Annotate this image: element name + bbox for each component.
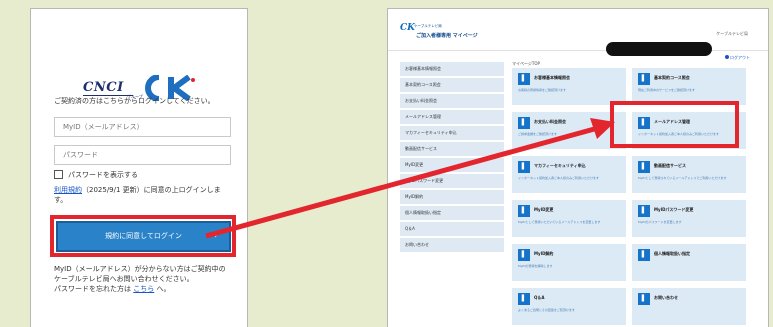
card-icon: ▌ (638, 249, 650, 261)
sidebar-item[interactable]: Q＆A (400, 222, 504, 236)
myid-input[interactable] (54, 117, 231, 137)
card-title: 個人情報取扱い指定 (654, 251, 690, 256)
password-input[interactable] (54, 145, 231, 165)
mypage-logo-icon: CK (400, 23, 415, 33)
intro-text: ご契約済の方はこちらからログインしてください。 (54, 97, 215, 105)
card-title: Q＆A (534, 295, 545, 300)
card-title: お問い合わせ (654, 295, 678, 300)
card-title: MyID解約 (534, 251, 554, 256)
menu-card[interactable]: ▌ お問い合わせ (632, 288, 746, 325)
mypage-logo-text: ケーブルテレビ局 (414, 24, 442, 28)
reset-prefix: パスワードを忘れた方は (54, 285, 131, 293)
menu-card[interactable]: ▌ 基本契約コース照会現在ご利用中のサービスをご確認頂けます (632, 68, 746, 105)
show-password-label: パスワードを表示する (68, 171, 138, 179)
sidebar-item[interactable]: マカフィーセキュリティ申込 (400, 126, 504, 140)
highlight-box-login (50, 215, 236, 257)
mypage-panel: CK ケーブルテレビ局 ご加入者様専用 マイページ ケーブルテレビ局 ログアウト… (387, 8, 769, 327)
menu-card[interactable]: ▌ MyID解約 MyIDの登録を解除します (512, 244, 626, 281)
card-icon: ▌ (518, 293, 530, 305)
reset-password-link[interactable]: こちら (133, 285, 154, 293)
sidebar-item[interactable]: 動画配信サービス (400, 142, 504, 156)
logout-icon (725, 55, 729, 59)
breadcrumb: マイページTOP (512, 61, 540, 66)
sidebar-item[interactable]: 基本契約コース照会 (400, 78, 504, 92)
sidebar-item[interactable]: お問い合わせ (400, 238, 504, 252)
card-title: 基本契約コース照会 (654, 75, 690, 80)
show-password-checkbox[interactable] (54, 170, 63, 179)
logout-link[interactable]: ログアウト (725, 55, 750, 61)
menu-card[interactable]: ▌ お支払い料金照会ご請求金額をご確認頂けます (512, 112, 626, 149)
highlight-box-mail (610, 101, 739, 148)
sidebar-item[interactable]: MyID解約 (400, 190, 504, 204)
card-title: マカフィーセキュリティ申込 (534, 163, 586, 168)
card-description: MyIDの登録を解除します (518, 264, 553, 268)
mypage-company: ケーブルテレビ局 (716, 31, 748, 36)
card-title: お支払い料金照会 (534, 119, 566, 124)
reset-suffix: へ。 (156, 285, 171, 293)
help-text: MyID（メールアドレス）が分からない方はご契約中のケーブルテレビ局へお問い合わ… (54, 264, 230, 294)
sidebar-item[interactable]: MyID変更 (400, 158, 504, 172)
menu-card[interactable]: ▌ 個人情報取扱い指定 (632, 244, 746, 281)
sidebar-item[interactable]: MyIDパスワード変更 (400, 174, 504, 188)
terms-link[interactable]: 利用規約 (54, 186, 82, 194)
menu-card[interactable]: ▌ お客様基本情報照会お客様の登録情報をご確認頂けます (512, 68, 626, 105)
mypage-title: ご加入者様専用 マイページ (416, 33, 478, 39)
card-description: お客様の登録情報をご確認頂けます (518, 88, 567, 92)
card-icon: ▌ (638, 205, 650, 217)
card-icon: ▌ (518, 161, 530, 173)
card-description: MyIDのパスワードを変更します (638, 220, 682, 224)
card-description: インターネット契約加入者ご本人様のみご利用いただけます (518, 176, 600, 180)
card-description: 現在ご利用中のサービスをご確認頂けます (638, 88, 696, 92)
menu-card[interactable]: ▌ マカフィーセキュリティ申込インターネット契約加入者ご本人様のみご利用いただけま… (512, 156, 626, 193)
show-password-row[interactable]: パスワードを表示する (54, 170, 204, 180)
help-body: MyID（メールアドレス）が分からない方はご契約中のケーブルテレビ局へお問い合わ… (54, 265, 226, 283)
sidebar-item[interactable]: メールアドレス管理 (400, 110, 504, 124)
menu-card[interactable]: ▌ Q＆A よくあるご質問とその回答をご覧頂けます (512, 288, 626, 325)
terms-text: 利用規約（2025/9/1 更新）に同意の上ログインします。 (54, 185, 230, 205)
sidebar-item[interactable]: お支払い料金照会 (400, 94, 504, 108)
mypage-sidebar: お客様基本情報照会 基本契約コース照会 お支払い料金照会 メールアドレス管理 マカフィー… (400, 62, 504, 254)
menu-card[interactable]: ▌ MyID変更 MyIDとして登録いただいているメールアドレスを変更します (512, 200, 626, 237)
menu-card[interactable]: ▌ MyIDパスワード変更 MyIDのパスワードを変更します (632, 200, 746, 237)
card-icon: ▌ (638, 73, 650, 85)
card-description: MyIDとして登録いただいているメールアドレスを変更します (518, 220, 601, 224)
card-icon: ▌ (638, 293, 650, 305)
card-title: 動画配信サービス (654, 163, 686, 168)
card-title: お客様基本情報照会 (534, 75, 570, 80)
menu-card[interactable]: ▌ 動画配信サービス MyIDとして登録されているメールアドレスでご利用いただけます (632, 156, 746, 193)
card-description: よくあるご質問とその回答をご覧頂けます (518, 308, 575, 312)
card-description: MyIDとして登録されているメールアドレスでご利用いただけます (638, 176, 727, 180)
redacted-user-name (606, 42, 712, 56)
card-icon: ▌ (518, 249, 530, 261)
logout-label: ログアウト (730, 55, 750, 60)
card-title: MyID変更 (534, 207, 554, 212)
card-icon: ▌ (638, 161, 650, 173)
logo-text: CNCI (83, 80, 124, 95)
sidebar-item[interactable]: 個人情報取扱い指定 (400, 206, 504, 220)
card-description: ご請求金額をご確認頂けます (518, 132, 558, 136)
card-title: MyIDパスワード変更 (654, 207, 694, 212)
card-icon: ▌ (518, 117, 530, 129)
card-icon: ▌ (518, 73, 530, 85)
card-icon: ▌ (518, 205, 530, 217)
sidebar-item[interactable]: お客様基本情報照会 (400, 62, 504, 76)
